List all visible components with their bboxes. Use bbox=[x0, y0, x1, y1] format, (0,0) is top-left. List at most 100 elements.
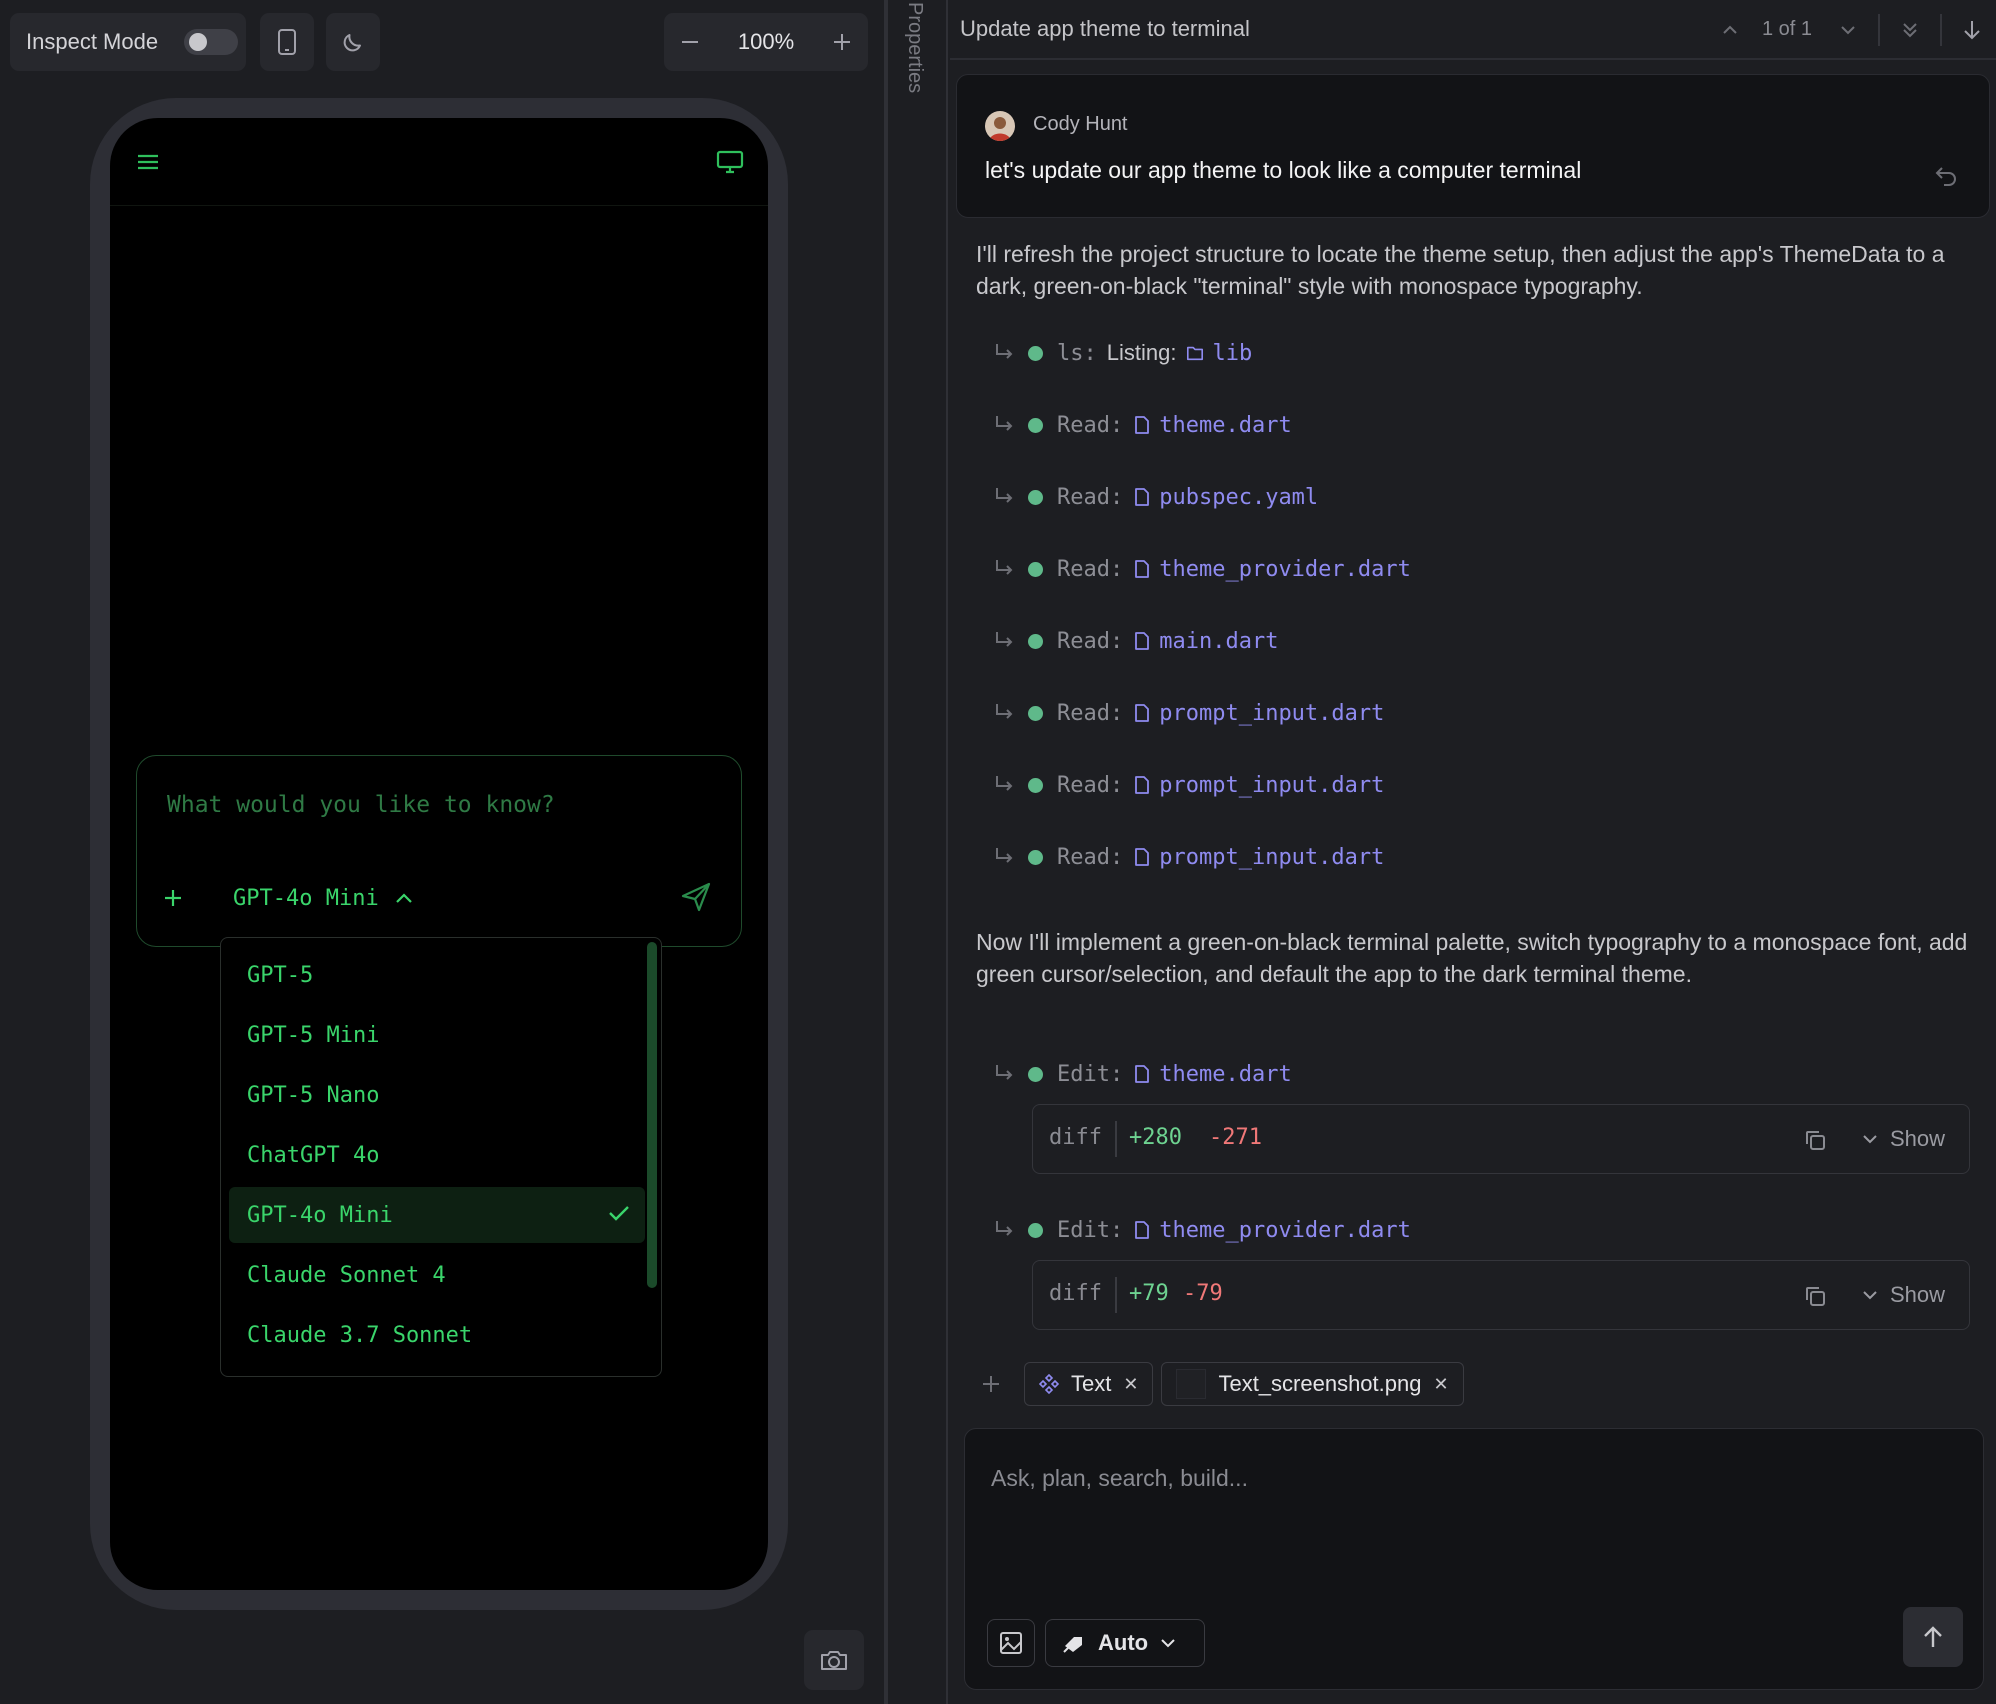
assistant-intro: I'll refresh the project structure to lo… bbox=[976, 241, 1945, 299]
tool-call-row[interactable]: Read: prompt_input.dart bbox=[992, 840, 1384, 874]
file-link[interactable]: theme_provider.dart bbox=[1159, 557, 1411, 582]
file-link[interactable]: main.dart bbox=[1159, 629, 1278, 654]
model-option-label: ChatGPT 4o bbox=[247, 1142, 380, 1168]
lines-removed: -271 bbox=[1209, 1125, 1262, 1150]
remove-attachment-icon[interactable]: ✕ bbox=[1433, 1374, 1448, 1395]
tool-call-row[interactable]: Read: prompt_input.dart bbox=[992, 768, 1384, 802]
file-icon bbox=[1135, 632, 1150, 650]
tool-name: Read: bbox=[1057, 412, 1124, 438]
chevrons-down-icon bbox=[1903, 23, 1917, 38]
model-option-label: Claude Sonnet 4 bbox=[247, 1262, 446, 1288]
tool-call-row[interactable]: Read: theme.dart bbox=[992, 408, 1292, 442]
model-option[interactable]: Claude 3.7 Sonnet bbox=[229, 1307, 645, 1363]
screenshot-button[interactable] bbox=[804, 1630, 864, 1690]
model-option[interactable]: ChatGPT 4o bbox=[229, 1127, 645, 1183]
attach-image-button[interactable] bbox=[987, 1619, 1035, 1667]
collapse-all-button[interactable] bbox=[1894, 14, 1926, 46]
user-name: Cody Hunt bbox=[1033, 113, 1128, 135]
arrow-up-icon bbox=[1924, 1626, 1942, 1647]
file-link[interactable]: prompt_input.dart bbox=[1159, 773, 1384, 798]
arrow-down-icon bbox=[1964, 21, 1980, 40]
menu-button[interactable] bbox=[124, 138, 172, 186]
menu-scrollbar[interactable] bbox=[647, 942, 657, 1288]
properties-tab[interactable]: Properties bbox=[888, 0, 948, 1704]
diff-summary: diff +79 -79 Show bbox=[1032, 1260, 1970, 1330]
show-diff-button[interactable]: Show bbox=[1862, 1279, 1945, 1311]
tool-call-row[interactable]: Edit: theme_provider.dart bbox=[992, 1213, 1411, 1247]
file-link[interactable]: lib bbox=[1212, 341, 1252, 366]
prompt-input[interactable]: What would you like to know? GPT-4o Mini bbox=[136, 755, 742, 947]
add-attachment-button[interactable] bbox=[153, 878, 193, 918]
attachment-chip[interactable]: Text ✕ bbox=[1024, 1362, 1154, 1406]
image-thumbnail bbox=[1176, 1369, 1207, 1399]
camera-icon bbox=[821, 1651, 847, 1670]
file-link[interactable]: prompt_input.dart bbox=[1159, 845, 1384, 870]
remove-attachment-icon[interactable]: ✕ bbox=[1123, 1374, 1138, 1395]
zoom-out-button[interactable] bbox=[664, 13, 716, 71]
hamburger-icon bbox=[138, 154, 158, 170]
restore-checkpoint-button[interactable] bbox=[1931, 161, 1961, 191]
branch-arrow-icon bbox=[996, 704, 1013, 719]
context-attachments: Text ✕ Text_screenshot.png ✕ bbox=[974, 1362, 1472, 1406]
attachment-chip[interactable]: Text_screenshot.png ✕ bbox=[1161, 1362, 1464, 1406]
tool-call-row[interactable]: Read: pubspec.yaml bbox=[992, 480, 1318, 514]
chevron-up-icon bbox=[395, 893, 412, 903]
tool-call-row[interactable]: Read: main.dart bbox=[992, 624, 1278, 658]
status-dot bbox=[1028, 633, 1043, 649]
next-match-button[interactable] bbox=[1832, 14, 1864, 46]
chevron-up-icon bbox=[1723, 25, 1737, 34]
copy-button[interactable] bbox=[1801, 1126, 1829, 1154]
tool-name: ls: bbox=[1057, 340, 1097, 366]
dark-mode-button[interactable] bbox=[326, 13, 380, 71]
assistant-plan: Now I'll implement a green-on-black term… bbox=[976, 929, 1968, 987]
add-context-button[interactable] bbox=[974, 1367, 1008, 1401]
chat-header: Update app theme to terminal 1 of 1 bbox=[950, 0, 1996, 60]
diff-label: diff bbox=[1049, 1281, 1102, 1306]
inspect-mode-toggle[interactable] bbox=[184, 29, 238, 55]
previous-match-button[interactable] bbox=[1714, 14, 1746, 46]
tool-call-row[interactable]: Read: prompt_input.dart bbox=[992, 696, 1384, 730]
scroll-to-bottom-button[interactable] bbox=[1956, 14, 1988, 46]
tool-call-row[interactable]: Read: theme_provider.dart bbox=[992, 552, 1411, 586]
device-frame-button[interactable] bbox=[260, 13, 314, 71]
mode-selector[interactable]: Auto bbox=[1045, 1619, 1205, 1667]
properties-label: Properties bbox=[904, 2, 926, 94]
file-link[interactable]: pubspec.yaml bbox=[1159, 485, 1318, 510]
file-link[interactable]: prompt_input.dart bbox=[1159, 701, 1384, 726]
file-link[interactable]: theme.dart bbox=[1159, 413, 1291, 438]
tool-call-row[interactable]: ls: Listing: lib bbox=[992, 336, 1252, 370]
file-link[interactable]: theme_provider.dart bbox=[1159, 1218, 1411, 1243]
model-option[interactable]: Claude Sonnet 4 bbox=[229, 1247, 645, 1303]
file-link[interactable]: theme.dart bbox=[1159, 1062, 1291, 1087]
model-option-label: Claude 3.7 Sonnet bbox=[247, 1322, 473, 1348]
model-option-selected[interactable]: GPT-4o Mini bbox=[229, 1187, 645, 1243]
send-button[interactable] bbox=[675, 876, 717, 918]
model-option[interactable]: GPT-5 Nano bbox=[229, 1067, 645, 1123]
model-option[interactable]: GPT-5 Mini bbox=[229, 1007, 645, 1063]
copy-button[interactable] bbox=[1801, 1282, 1829, 1310]
mode-label: Auto bbox=[1098, 1630, 1149, 1655]
plus-icon bbox=[165, 890, 181, 906]
show-diff-button[interactable]: Show bbox=[1862, 1123, 1945, 1155]
branch-arrow-icon bbox=[996, 416, 1013, 431]
file-icon bbox=[1135, 704, 1150, 722]
tool-name: Read: bbox=[1057, 844, 1124, 870]
tool-name: Read: bbox=[1057, 556, 1124, 582]
display-button[interactable] bbox=[706, 138, 754, 186]
show-label: Show bbox=[1889, 1126, 1945, 1151]
chat-composer[interactable]: Ask, plan, search, build... Auto bbox=[964, 1428, 1984, 1690]
zoom-level: 100% bbox=[737, 29, 795, 54]
inspect-mode-control[interactable]: Inspect Mode bbox=[10, 13, 246, 71]
monitor-icon bbox=[716, 150, 744, 174]
submit-button[interactable] bbox=[1903, 1607, 1963, 1667]
file-icon bbox=[1135, 488, 1150, 506]
tool-description: Listing: bbox=[1106, 340, 1177, 365]
phone-icon bbox=[278, 29, 296, 55]
model-option[interactable]: GPT-5 bbox=[229, 947, 645, 1003]
model-dropdown-menu: GPT-5 GPT-5 Mini GPT-5 Nano ChatGPT 4o G… bbox=[220, 937, 662, 1377]
diff-label: diff bbox=[1049, 1125, 1102, 1150]
status-dot bbox=[1028, 777, 1043, 793]
zoom-in-button[interactable] bbox=[816, 13, 868, 71]
tool-call-row[interactable]: Edit: theme.dart bbox=[992, 1057, 1292, 1091]
model-selector[interactable]: GPT-4o Mini bbox=[233, 878, 413, 918]
